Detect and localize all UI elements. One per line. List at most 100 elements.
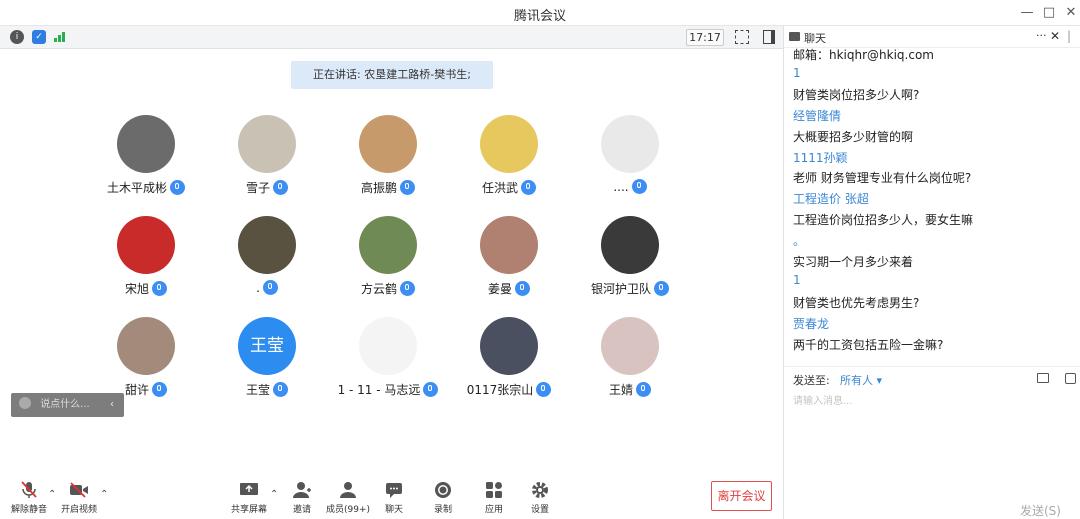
screenshot-icon[interactable] [1065,373,1076,384]
chat-message-text: 大概要招多少财管的啊 [793,130,914,144]
share-screen-button[interactable]: 共享屏幕 [224,481,274,515]
unmute-button[interactable]: 解除静音 [4,481,54,515]
members-icon [340,482,356,498]
maximize-button[interactable]: □ [1040,4,1058,22]
mic-icon [400,180,415,195]
more-options-icon[interactable]: ··· [1036,29,1047,42]
shield-icon[interactable]: ✓ [32,30,46,44]
layout-toggle-icon[interactable] [763,30,775,44]
mic-icon [423,382,439,397]
collapse-arrow-icon[interactable]: ‹ [110,393,114,417]
chat-panel: 聊天 ··· ✕ | 邮箱：hkiqhr@hkiq.com 1 财管类岗位招多少人啊… [783,26,1080,519]
mic-icon [262,280,278,295]
avatar [480,115,538,173]
chat-message-text: 财管类岗位招多少人啊? [793,88,920,102]
gear-icon [532,482,548,498]
minimize-button[interactable]: — [1018,4,1036,22]
participant-tile[interactable]: . [207,216,327,306]
avatar [117,216,175,274]
mic-muted-icon [21,481,37,498]
chat-bubble-icon [386,483,402,498]
participant-tile[interactable]: 0117张宗山 [449,317,569,407]
emoji-icon[interactable] [19,397,31,409]
participant-name-row: .... [570,179,690,194]
record-icon [435,482,451,498]
mic-icon [170,180,185,195]
video-grid: 正在讲话: 农垦建工路桥-樊书生; 土木平成彬 雪子 高振鹏 任洪武.... 宋旭. 方云… [0,49,783,519]
quick-chat-box[interactable]: 说点什么... ‹ [11,393,124,417]
members-label: 成员(99+) [325,505,371,515]
apps-grid-icon [486,482,502,498]
avatar: 王莹 [238,317,296,375]
chat-header-icon [789,32,800,41]
participant-tile[interactable]: 宋旭 [86,216,206,306]
participant-name: 方云鹤 [360,282,397,296]
chat-title: 聊天 [804,32,826,45]
participant-tile[interactable]: 土木平成彬 [86,115,206,205]
avatar [601,115,659,173]
chat-sender-name: 1 [793,273,801,287]
chat-sender-name: 工程造价 张超 [793,192,869,206]
unmute-label: 解除静音 [10,505,47,515]
info-icon[interactable]: i [10,30,24,44]
invite-label: 邀请 [292,505,311,515]
participant-name: 雪子 [245,181,270,195]
participant-name: 王莹 [245,383,270,397]
folder-icon[interactable] [1037,373,1049,383]
participant-name: 甜许 [124,383,149,397]
avatar [601,216,659,274]
participant-tile[interactable]: .... [570,115,690,205]
participant-tile[interactable]: 姜曼 [449,216,569,306]
video-options-chevron-icon[interactable]: ⌃ [100,489,108,500]
participant-name: . [256,281,260,295]
members-button[interactable]: 成员(99+) [323,481,373,515]
chat-button[interactable]: 聊天 [369,481,419,515]
close-chat-icon[interactable]: ✕ [1050,29,1060,43]
leave-meeting-button[interactable]: 离开会议 [711,481,772,511]
participant-tile[interactable]: 高振鹏 [328,115,448,205]
participant-tile[interactable]: 银河护卫队 [570,216,690,306]
avatar [117,115,175,173]
avatar [238,216,296,274]
mic-icon [631,179,647,194]
participant-tile[interactable]: 雪子 [207,115,327,205]
chat-sender-name: 经管隆倩 [793,109,842,123]
chat-message-list[interactable]: 邮箱：hkiqhr@hkiq.com 1 财管类岗位招多少人啊? 经管隆倩 大概要招多少… [784,48,1080,368]
close-window-button[interactable]: ✕ [1062,4,1080,22]
meeting-toolbar: i ✓ 17:17 [0,26,783,49]
meeting-timer: 17:17 [686,29,724,46]
send-button[interactable]: 发送(S) [1020,502,1061,519]
chat-sender-name: 贾春龙 [793,317,830,331]
participant-tile[interactable]: 方云鹤 [328,216,448,306]
fullscreen-icon[interactable] [735,30,749,44]
participant-name-row: 王莹 [207,381,327,398]
share-screen-label: 共享屏幕 [230,505,267,515]
chat-sender-name: 1 [793,66,801,80]
settings-button[interactable]: 设置 [515,481,565,515]
participant-tile[interactable]: 任洪武 [449,115,569,205]
participant-tile[interactable]: 王婧 [570,317,690,407]
share-screen-icon [240,483,258,495]
apps-label: 应用 [484,505,503,515]
mic-icon [152,382,167,397]
recipient-select[interactable]: 所有人 ▾ [840,372,882,388]
mic-icon [152,281,167,296]
participant-tile[interactable]: 王莹 王莹 [207,317,327,407]
avatar [359,115,417,173]
participant-name-row: 方云鹤 [328,280,448,297]
participant-name-row: 姜曼 [449,280,569,297]
chat-input[interactable]: 请输入消息... [793,392,853,407]
participant-tile[interactable]: 1 - 11 - 马志远 [328,317,448,407]
signal-icon[interactable] [54,32,66,42]
record-button[interactable]: 录制 [418,481,468,515]
quick-chat-placeholder: 说点什么... [40,399,90,410]
start-video-label: 开启视频 [60,505,97,515]
participant-name-row: 0117张宗山 [449,381,569,398]
start-video-button[interactable]: 开启视频 [54,481,104,515]
invite-button[interactable]: 邀请 [277,481,327,515]
apps-button[interactable]: 应用 [469,481,519,515]
participant-name: .... [613,180,629,194]
participant-name: 姜曼 [487,282,512,296]
participant-name-row: 银河护卫队 [570,280,690,297]
mic-icon [536,382,552,397]
